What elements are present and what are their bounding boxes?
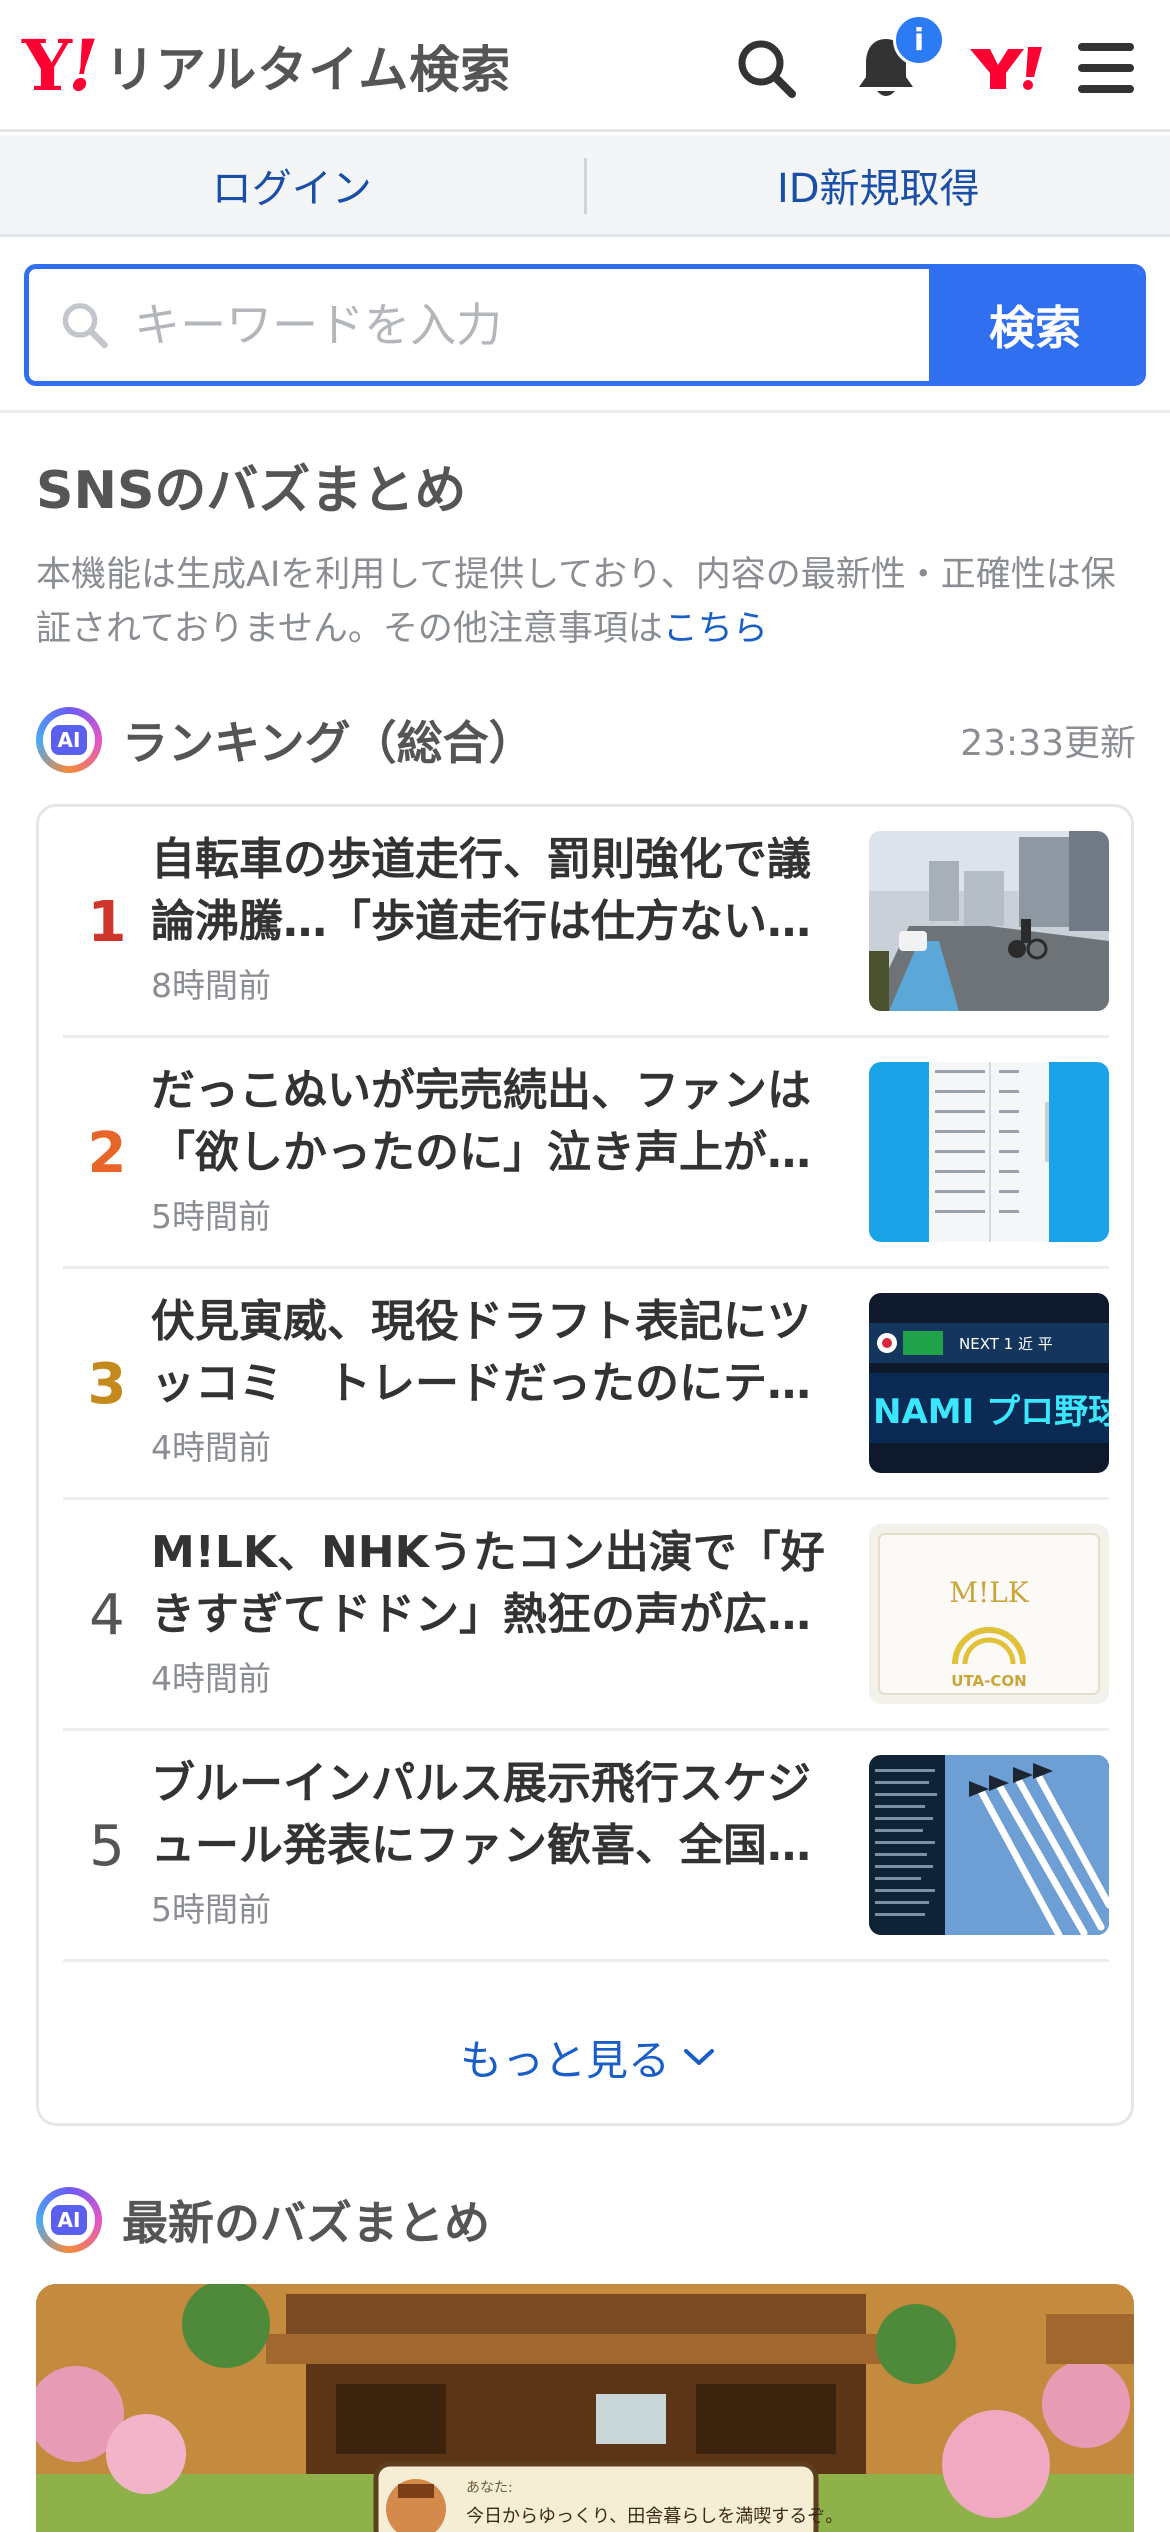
ranking-time: 5時間前 bbox=[151, 1890, 271, 1929]
search-button[interactable]: 検索 bbox=[929, 269, 1141, 381]
ranking-time: 4時間前 bbox=[151, 1428, 271, 1467]
search-field-icon bbox=[62, 303, 108, 349]
section-title: SNSのバズまとめ bbox=[36, 461, 467, 521]
ranking-item-2[interactable]: 2 だっこぬいが完売続出、ファンは「欲しかったのに」泣き声上が… 5時間前 bbox=[63, 1038, 1109, 1269]
auth-bar: ログイン ID新規取得 bbox=[0, 135, 1170, 237]
ranking-time: 8時間前 bbox=[151, 966, 271, 1005]
signup-link[interactable]: ID新規取得 bbox=[587, 135, 1170, 234]
ai-icon: AI bbox=[36, 2187, 102, 2253]
ranking-headline[interactable]: 自転車の歩道走行、罰則強化で議論沸騰…「歩道走行は仕方ない… bbox=[151, 829, 841, 953]
ranking-item-1[interactable]: 1 自転車の歩道走行、罰則強化で議論沸騰…「歩道走行は仕方ない… 8時間前 bbox=[63, 807, 1109, 1038]
rank-number: 3 bbox=[87, 1352, 127, 1417]
thumb-4-sub: UTA-CON bbox=[951, 1672, 1026, 1690]
menu-icon[interactable] bbox=[1066, 28, 1146, 108]
search-input[interactable] bbox=[134, 298, 929, 352]
rank-number: 4 bbox=[89, 1583, 125, 1648]
latest-buzz-header: AI 最新のバズまとめ bbox=[36, 2180, 490, 2260]
ranking-headline[interactable]: 伏見寅威、現役ドラフト表記にツッコミ トレードだったのにテ… bbox=[151, 1291, 841, 1415]
ranking-headline[interactable]: M!LK、NHKうたコン出演で「好きすぎてドドン」熱狂の声が広… bbox=[151, 1522, 841, 1646]
ranking-thumbnail[interactable] bbox=[869, 831, 1109, 1011]
show-more-label: もっと見る bbox=[459, 2035, 670, 2085]
show-more-button[interactable]: もっと見る bbox=[39, 2007, 1137, 2107]
search-icon[interactable] bbox=[726, 28, 806, 108]
banner-speaker: あなた: bbox=[466, 2480, 513, 2496]
ranking-item-5[interactable]: 5 ブルーインパルス展示飛行スケジュール発表にファン歓喜、全国… 5時間前 bbox=[63, 1731, 1109, 1962]
rank-number: 1 bbox=[87, 890, 127, 955]
ranking-thumbnail[interactable]: M!LK UTA-CON bbox=[869, 1524, 1109, 1704]
ai-icon: AI bbox=[36, 707, 102, 773]
ranking-card: 1 自転車の歩道走行、罰則強化で議論沸騰…「歩道走行は仕方ない… 8時間前 2 … bbox=[36, 804, 1134, 2126]
latest-buzz-banner[interactable]: あなた: 今日からゆっくり、田舎暮らしを満喫するぞ。 bbox=[36, 2284, 1134, 2532]
ranking-thumbnail[interactable] bbox=[869, 1755, 1109, 1935]
ranking-title: ランキング（総合） bbox=[122, 716, 535, 770]
search-box: 検索 bbox=[24, 264, 1146, 386]
login-link[interactable]: ログイン bbox=[0, 135, 584, 234]
disclaimer-link[interactable]: こちら bbox=[663, 609, 768, 649]
thumb-3-line2: NAMI プロ野球ス bbox=[873, 1392, 1109, 1432]
disclaimer-text: 本機能は生成AIを利用して提供しており、内容の最新性・正確性は保証されておりませ… bbox=[36, 555, 1116, 649]
ranking-headline[interactable]: だっこぬいが完売続出、ファンは「欲しかったのに」泣き声上が… bbox=[151, 1060, 841, 1184]
yahoo-logo-icon[interactable] bbox=[966, 28, 1046, 108]
ranking-item-3[interactable]: 3 伏見寅威、現役ドラフト表記にツッコミ トレードだったのにテ… 4時間前 NE… bbox=[63, 1269, 1109, 1500]
ranking-time: 5時間前 bbox=[151, 1197, 271, 1236]
logo-bang: ! bbox=[67, 24, 99, 107]
thumb-3-line1: NEXT 1 近 平 bbox=[959, 1335, 1053, 1353]
app-header: Y ! リアルタイム検索 i bbox=[0, 0, 1170, 132]
ranking-thumbnail[interactable] bbox=[869, 1062, 1109, 1242]
section-divider bbox=[0, 410, 1170, 413]
ranking-headline[interactable]: ブルーインパルス展示飛行スケジュール発表にファン歓喜、全国… bbox=[151, 1753, 841, 1877]
banner-dialogue: 今日からゆっくり、田舎暮らしを満喫するぞ。 bbox=[466, 2506, 843, 2527]
rank-number: 5 bbox=[89, 1814, 125, 1879]
app-title: リアルタイム検索 bbox=[104, 41, 512, 99]
thumb-4-logo: M!LK bbox=[949, 1576, 1030, 1609]
ranking-updated-time: 23:33更新 bbox=[960, 723, 1136, 764]
ranking-header: AI ランキング（総合） 23:33更新 bbox=[36, 700, 1136, 780]
search-field[interactable] bbox=[29, 269, 929, 381]
rank-number: 2 bbox=[87, 1121, 127, 1186]
chevron-down-icon bbox=[684, 2049, 714, 2065]
notification-badge[interactable]: i bbox=[893, 14, 945, 66]
disclaimer-note: 本機能は生成AIを利用して提供しており、内容の最新性・正確性は保証されておりませ… bbox=[36, 548, 1136, 656]
ranking-thumbnail[interactable]: NEXT 1 近 平 NAMI プロ野球ス bbox=[869, 1293, 1109, 1473]
ranking-time: 4時間前 bbox=[151, 1659, 271, 1698]
ai-icon-label: AI bbox=[50, 2205, 88, 2235]
ai-icon-label: AI bbox=[50, 725, 88, 755]
latest-buzz-title: 最新のバズまとめ bbox=[122, 2196, 490, 2250]
yahoo-realtime-logo[interactable]: Y ! リアルタイム検索 bbox=[22, 28, 511, 104]
logo-y: Y bbox=[22, 24, 72, 107]
ranking-item-4[interactable]: 4 M!LK、NHKうたコン出演で「好きすぎてドドン」熱狂の声が広… 4時間前 … bbox=[63, 1500, 1109, 1731]
